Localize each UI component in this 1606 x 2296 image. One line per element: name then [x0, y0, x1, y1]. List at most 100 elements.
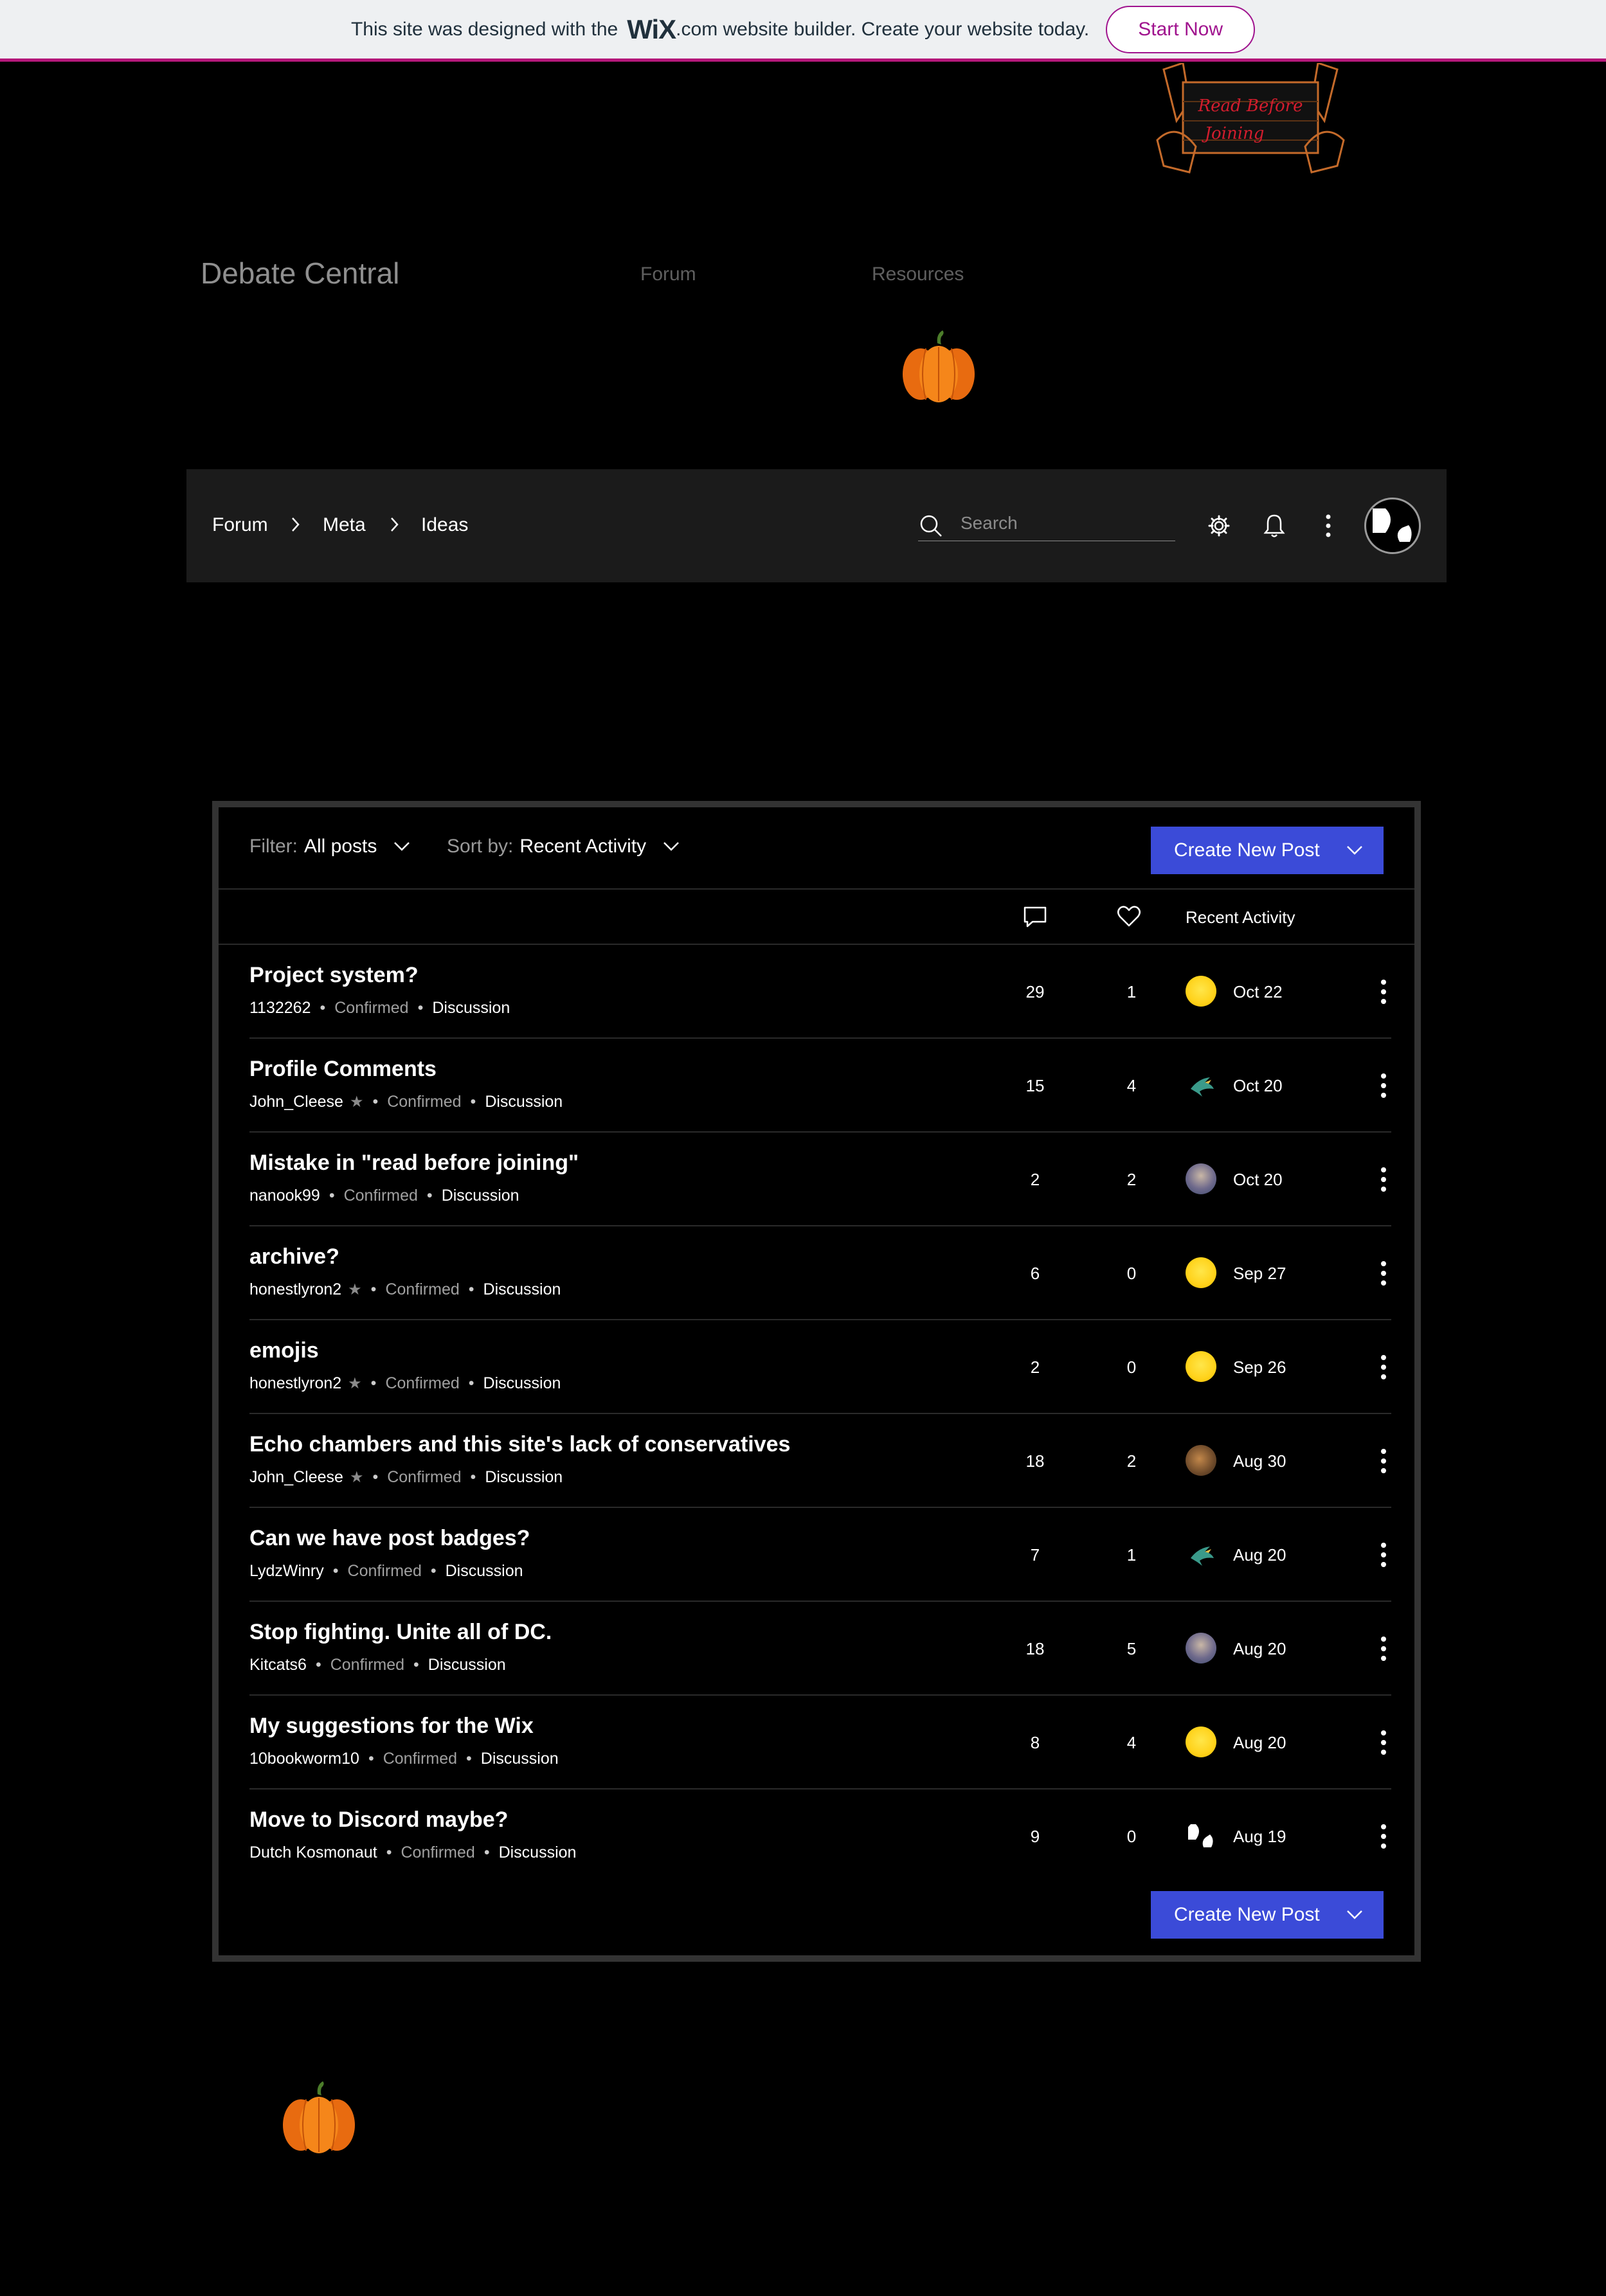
post-more-icon[interactable]	[1376, 1351, 1391, 1383]
search-input[interactable]	[961, 510, 1166, 536]
post-title[interactable]: archive?	[249, 1244, 339, 1269]
sign-text-2: Joining	[1202, 124, 1265, 143]
post-meta: John_Cleese ★ • Confirmed • Discussion	[249, 1093, 563, 1111]
breadcrumb-ideas[interactable]: Ideas	[421, 514, 468, 536]
post-meta: nanook99 • Confirmed • Discussion	[249, 1187, 519, 1205]
activity-avatar[interactable]	[1186, 1351, 1216, 1382]
post-author[interactable]: Dutch Kosmonaut	[249, 1843, 377, 1862]
banner-text-after: .com website builder. Create your websit…	[676, 18, 1090, 40]
star-icon: ★	[348, 1281, 362, 1298]
post-category[interactable]: Discussion	[483, 1374, 561, 1393]
post-more-icon[interactable]	[1376, 1257, 1391, 1289]
create-new-post-button-bottom[interactable]: Create New Post	[1151, 1891, 1384, 1939]
post-more-icon[interactable]	[1376, 1726, 1391, 1759]
filter-value: All posts	[304, 836, 377, 857]
activity-avatar[interactable]	[1186, 976, 1216, 1007]
post-row[interactable]: Move to Discord maybe? Dutch Kosmonaut •…	[249, 1789, 1391, 1883]
post-author[interactable]: Kitcats6	[249, 1656, 307, 1674]
recent-activity-header[interactable]: Recent Activity	[1186, 908, 1295, 928]
post-category[interactable]: Discussion	[483, 1280, 561, 1299]
search-box[interactable]	[918, 509, 1175, 541]
post-title[interactable]: Can we have post badges?	[249, 1526, 530, 1551]
search-icon	[920, 515, 942, 537]
post-author[interactable]: honestlyron2	[249, 1280, 341, 1299]
start-now-button[interactable]: Start Now	[1106, 5, 1255, 53]
activity-avatar[interactable]	[1186, 1070, 1216, 1100]
post-row[interactable]: Can we have post badges? LydzWinry • Con…	[249, 1508, 1391, 1602]
bell-icon[interactable]	[1258, 509, 1291, 543]
post-more-icon[interactable]	[1376, 1820, 1391, 1852]
activity-avatar[interactable]	[1186, 1820, 1216, 1851]
post-title[interactable]: Stop fighting. Unite all of DC.	[249, 1620, 552, 1645]
post-title[interactable]: Mistake in "read before joining"	[249, 1151, 579, 1176]
post-row[interactable]: My suggestions for the Wix 10bookworm10 …	[249, 1696, 1391, 1789]
separator-dot: •	[315, 1656, 321, 1674]
breadcrumb-forum[interactable]: Forum	[212, 514, 268, 536]
post-row[interactable]: Project system? 1132262 • Confirmed • Di…	[249, 945, 1391, 1039]
nav-resources[interactable]: Resources	[872, 264, 964, 285]
post-status: Confirmed	[387, 1093, 462, 1111]
post-author[interactable]: 10bookworm10	[249, 1750, 359, 1768]
sort-dropdown[interactable]: Sort by: Recent Activity	[447, 836, 680, 857]
post-row[interactable]: Echo chambers and this site's lack of co…	[249, 1414, 1391, 1508]
wix-logo: WiX	[627, 13, 676, 44]
more-icon[interactable]	[1312, 509, 1345, 543]
comment-count: 9	[1030, 1827, 1040, 1846]
post-row[interactable]: Mistake in "read before joining" nanook9…	[249, 1133, 1391, 1226]
post-row[interactable]: Stop fighting. Unite all of DC. Kitcats6…	[249, 1602, 1391, 1696]
post-category[interactable]: Discussion	[485, 1468, 563, 1487]
post-title[interactable]: emojis	[249, 1338, 319, 1363]
post-author[interactable]: 1132262	[249, 999, 311, 1018]
activity-avatar[interactable]	[1186, 1539, 1216, 1570]
nav-forum[interactable]: Forum	[640, 264, 696, 285]
breadcrumb-meta[interactable]: Meta	[323, 514, 366, 536]
post-row[interactable]: Profile Comments John_Cleese ★ • Confirm…	[249, 1039, 1391, 1133]
post-row[interactable]: emojis honestlyron2 ★ • Confirmed • Disc…	[249, 1320, 1391, 1414]
post-more-icon[interactable]	[1376, 976, 1391, 1008]
star-icon: ★	[349, 1469, 364, 1486]
post-category[interactable]: Discussion	[432, 999, 510, 1018]
post-category[interactable]: Discussion	[446, 1562, 523, 1581]
chevron-down-icon[interactable]	[1346, 845, 1363, 856]
post-more-icon[interactable]	[1376, 1163, 1391, 1196]
separator-dot: •	[466, 1750, 472, 1768]
post-title[interactable]: Profile Comments	[249, 1057, 437, 1082]
user-avatar[interactable]	[1364, 498, 1421, 554]
post-author[interactable]: honestlyron2	[249, 1374, 341, 1393]
settings-icon[interactable]	[1202, 509, 1236, 543]
separator-dot: •	[329, 1187, 335, 1205]
post-category[interactable]: Discussion	[442, 1187, 519, 1205]
post-title[interactable]: Echo chambers and this site's lack of co…	[249, 1432, 790, 1457]
filter-dropdown[interactable]: Filter: All posts	[249, 836, 410, 857]
chevron-down-icon[interactable]	[1346, 1910, 1363, 1920]
post-category[interactable]: Discussion	[481, 1750, 559, 1768]
activity-date: Aug 30	[1233, 1451, 1286, 1471]
post-title[interactable]: Project system?	[249, 963, 419, 988]
post-category[interactable]: Discussion	[428, 1656, 506, 1674]
create-new-post-button[interactable]: Create New Post	[1151, 827, 1384, 874]
activity-avatar[interactable]	[1186, 1257, 1216, 1288]
site-title[interactable]: Debate Central	[201, 256, 399, 291]
post-author[interactable]: John_Cleese	[249, 1468, 343, 1487]
separator-dot: •	[470, 1093, 476, 1111]
activity-avatar[interactable]	[1186, 1445, 1216, 1476]
activity-avatar[interactable]	[1186, 1163, 1216, 1194]
post-author[interactable]: LydzWinry	[249, 1562, 324, 1581]
comment-count: 7	[1030, 1545, 1040, 1565]
comment-count: 2	[1030, 1170, 1040, 1189]
post-more-icon[interactable]	[1376, 1445, 1391, 1477]
post-author[interactable]: John_Cleese	[249, 1093, 343, 1111]
post-more-icon[interactable]	[1376, 1633, 1391, 1665]
post-category[interactable]: Discussion	[485, 1093, 563, 1111]
post-title[interactable]: My suggestions for the Wix	[249, 1714, 534, 1739]
post-author[interactable]: nanook99	[249, 1187, 320, 1205]
post-row[interactable]: archive? honestlyron2 ★ • Confirmed • Di…	[249, 1226, 1391, 1320]
post-title[interactable]: Move to Discord maybe?	[249, 1807, 508, 1833]
activity-avatar[interactable]	[1186, 1633, 1216, 1664]
post-status: Confirmed	[383, 1750, 458, 1768]
read-before-joining-sign[interactable]: Read Before Joining	[1138, 63, 1363, 179]
post-more-icon[interactable]	[1376, 1539, 1391, 1571]
activity-avatar[interactable]	[1186, 1726, 1216, 1757]
post-category[interactable]: Discussion	[499, 1843, 577, 1862]
post-more-icon[interactable]	[1376, 1070, 1391, 1102]
